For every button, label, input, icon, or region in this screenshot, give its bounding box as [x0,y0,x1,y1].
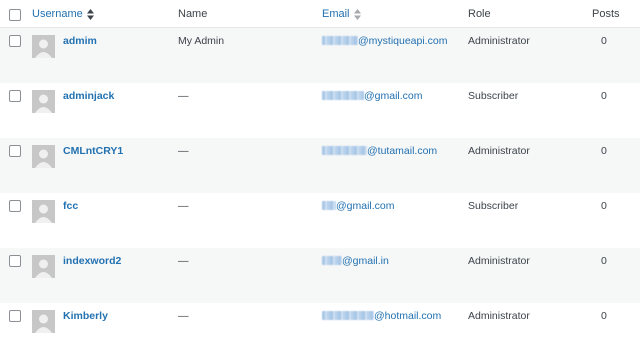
users-table: Username Name Email Role Posts admim My … [0,0,640,360]
email-link[interactable]: @gmail.in [322,255,389,267]
email-domain: @gmail.in [342,255,389,267]
default-avatar-icon [32,145,55,168]
email-domain: @hotmail.com [374,310,442,322]
table-row: adminjack — @gmail.com Subscriber 0 [0,83,640,138]
email-link[interactable]: @tutamail.com [322,145,437,157]
redacted-email-local-part [322,201,336,210]
email-link[interactable]: @hotmail.com [322,310,441,322]
post-count-link[interactable]: 0 [601,310,607,322]
email-domain: @gmail.com [336,200,395,212]
username-link[interactable]: adminjack [63,90,114,102]
redacted-email-local-part [322,256,342,265]
username-link[interactable]: fcc [63,200,78,212]
user-full-name: — [178,145,189,157]
user-full-name: — [178,255,189,267]
username-link[interactable]: indexword2 [63,255,121,267]
post-count-link[interactable]: 0 [601,255,607,267]
redacted-email-local-part [322,311,374,320]
user-role: Administrator [468,310,530,322]
table-row: admim My Admin @mystiqueapi.com Administ… [0,28,640,83]
row-checkbox[interactable] [9,145,21,157]
sort-active-icon [86,8,94,20]
table-header: Username Name Email Role Posts [0,0,640,28]
username-link[interactable]: admim [63,35,97,47]
post-count-link[interactable]: 0 [601,90,607,102]
name-column-header: Name [178,8,208,20]
row-checkbox[interactable] [9,90,21,102]
table-row: fcc — @gmail.com Subscriber 0 [0,193,640,248]
redacted-email-local-part [322,146,367,155]
user-role: Administrator [468,35,530,47]
user-full-name: — [178,200,189,212]
table-row: CMLntCRY1 — @tutamail.com Administrator … [0,138,640,193]
default-avatar-icon [32,310,55,333]
default-avatar-icon [32,35,55,58]
user-full-name: My Admin [178,35,225,47]
post-count-link[interactable]: 0 [601,145,607,157]
email-domain: @mystiqueapi.com [358,35,448,47]
row-checkbox[interactable] [9,255,21,267]
default-avatar-icon [32,200,55,223]
username-header-label: Username [32,8,83,20]
email-link[interactable]: @gmail.com [322,90,423,102]
user-role: Subscriber [468,200,519,212]
role-column-header: Role [468,8,491,20]
user-role: Administrator [468,145,530,157]
post-count-link[interactable]: 0 [601,200,607,212]
email-domain: @tutamail.com [367,145,438,157]
table-row: indexword2 — @gmail.in Administrator 0 [0,248,640,303]
redacted-email-local-part [322,91,364,100]
user-full-name: — [178,90,189,102]
row-checkbox[interactable] [9,35,21,47]
email-link[interactable]: @mystiqueapi.com [322,35,447,47]
email-column-header[interactable]: Email [322,8,361,20]
user-full-name: — [178,310,189,322]
user-role: Administrator [468,255,530,267]
username-column-header[interactable]: Username [32,8,94,20]
row-checkbox[interactable] [9,200,21,212]
post-count-link[interactable]: 0 [601,35,607,47]
email-link[interactable]: @gmail.com [322,200,395,212]
email-header-label: Email [322,8,350,20]
default-avatar-icon [32,255,55,278]
sort-icon [353,8,361,20]
row-checkbox[interactable] [9,310,21,322]
username-link[interactable]: Kimberly [63,310,108,322]
posts-column-header: Posts [592,8,620,20]
email-domain: @gmail.com [364,90,423,102]
redacted-email-local-part [322,36,358,45]
table-row: Kimberly — @hotmail.com Administrator 0 [0,303,640,358]
select-all-checkbox[interactable] [9,9,21,21]
username-link[interactable]: CMLntCRY1 [63,145,123,157]
user-role: Subscriber [468,90,519,102]
default-avatar-icon [32,90,55,113]
